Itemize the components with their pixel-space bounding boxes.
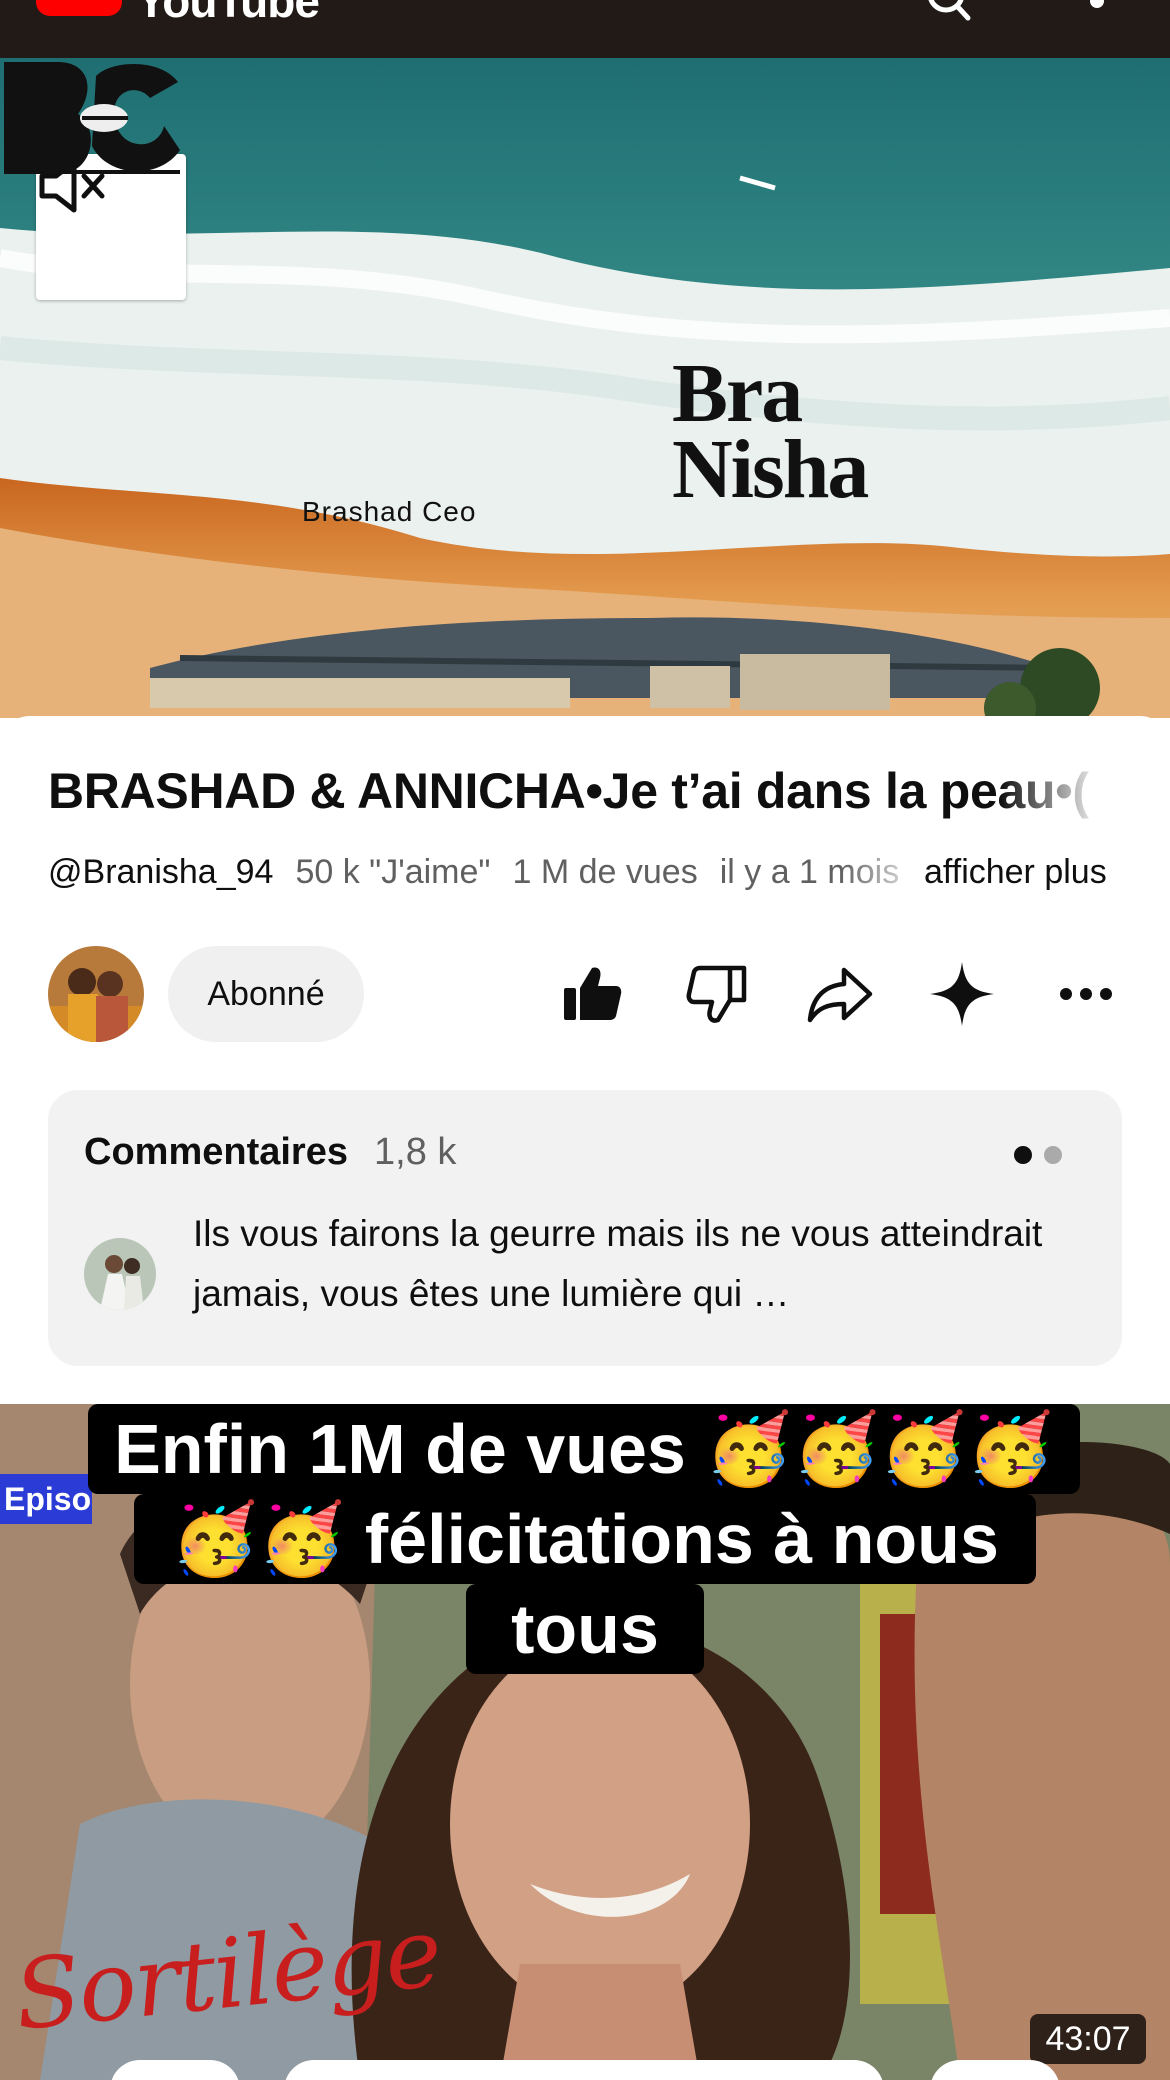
caption-line-1: Enfin 1M de vues 🥳🥳🥳🥳: [88, 1404, 1080, 1494]
more-actions-button[interactable]: [1046, 952, 1126, 1036]
share-icon: [807, 967, 873, 1023]
comments-title: Commentaires: [84, 1131, 348, 1173]
top-comment-text: Ils vous fairons la geurre mais ils ne v…: [193, 1213, 1043, 1314]
bottom-chip-center[interactable]: [284, 2060, 884, 2080]
video-player[interactable]: Brashad Ceo Bra Nisha: [0, 58, 1170, 718]
caption-line-3: tous: [466, 1584, 704, 1674]
next-video-thumbnail[interactable]: Episod Enfin 1M de vues 🥳🥳🥳🥳 🥳🥳 félicita…: [0, 1404, 1170, 2080]
episode-badge: Episod: [0, 1474, 92, 1524]
bottom-chip-left[interactable]: [110, 2060, 240, 2080]
top-app-bar: YouTube: [0, 0, 1170, 58]
channel-handle[interactable]: @Branisha_94: [48, 853, 273, 891]
metadata-fade: [840, 850, 928, 894]
carousel-dot-active: [1014, 1146, 1032, 1164]
dislike-button[interactable]: [678, 952, 758, 1036]
like-count: 50 k "J'aime": [295, 853, 491, 891]
video-duration-badge: 43:07: [1030, 2014, 1146, 2064]
video-title[interactable]: BRASHAD & ANNICHA•Je t’ai dans la peau•(: [48, 760, 1122, 822]
bottom-chip-right[interactable]: [930, 2060, 1060, 2080]
dislike-icon: [686, 965, 747, 1023]
brashad-ceo-logo-caption: Brashad Ceo: [302, 496, 477, 527]
channel-avatar[interactable]: [48, 946, 144, 1042]
more-horizontal-icon: [1060, 988, 1112, 1000]
fingerprint-icon: [6, 62, 52, 121]
title-fade: [1000, 760, 1122, 822]
branisha-logo-line2: Nisha: [672, 423, 869, 516]
youtube-logo-icon[interactable]: [36, 0, 122, 16]
comments-teaser[interactable]: Commentaires 1,8 k Ils vous fairons la g…: [48, 1090, 1122, 1366]
subscribed-button[interactable]: Abonné: [168, 946, 364, 1042]
video-metadata[interactable]: @Branisha_94 50 k "J'aime" 1 M de vues il y…: [48, 850, 899, 894]
branisha-logo-line1: Bra: [672, 347, 803, 440]
commenter-avatar: [84, 1238, 156, 1310]
show-more-link[interactable]: afficher plus: [924, 850, 1107, 894]
more-vertical-icon[interactable]: [1090, 0, 1104, 8]
share-button[interactable]: [800, 952, 880, 1036]
like-button[interactable]: [552, 952, 632, 1036]
app-logo-text[interactable]: YouTube: [136, 0, 320, 24]
video-info-sheet: BRASHAD & ANNICHA•Je t’ai dans la peau•(…: [0, 716, 1170, 1404]
ask-sparkle-icon: [930, 962, 994, 1026]
comments-count: 1,8 k: [374, 1131, 457, 1173]
ask-button[interactable]: [922, 952, 1002, 1036]
like-icon: [564, 967, 622, 1020]
view-count: 1 M de vues: [512, 853, 698, 891]
caption-line-2: 🥳🥳 félicitations à nous: [134, 1494, 1036, 1584]
search-icon[interactable]: [924, 0, 972, 22]
carousel-dot: [1044, 1146, 1062, 1164]
